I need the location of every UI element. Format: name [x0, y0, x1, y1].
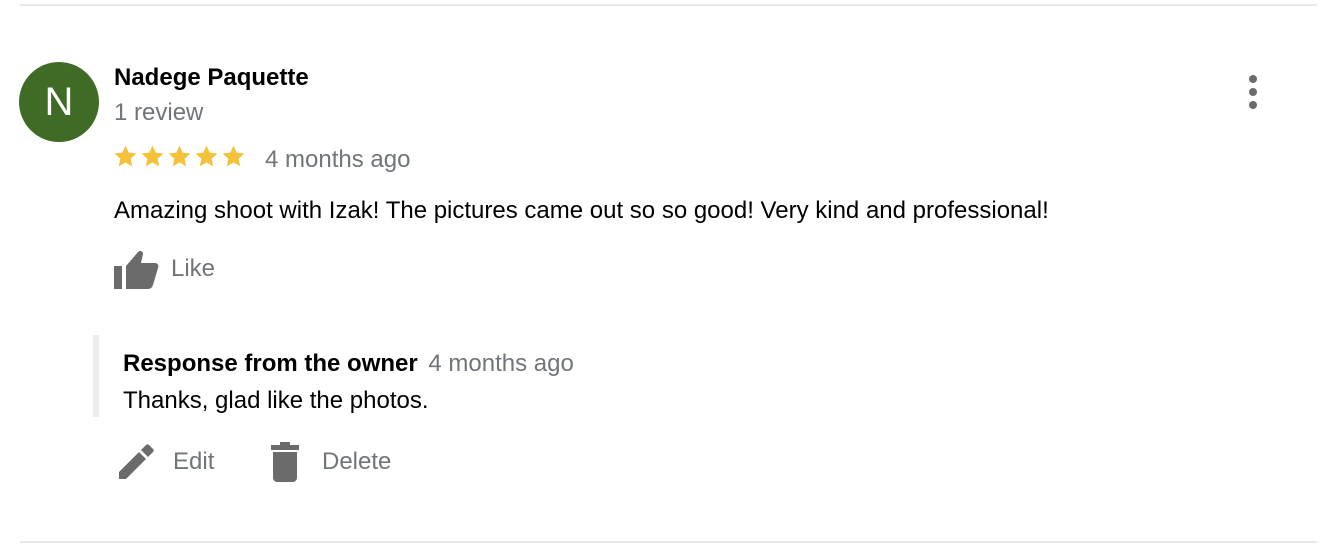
star-icon	[222, 145, 245, 167]
review-text: Amazing shoot with Izak! The pictures ca…	[114, 197, 1049, 224]
edit-label: Edit	[173, 448, 215, 475]
star-icon	[141, 145, 164, 167]
star-icon	[168, 145, 191, 167]
star-icon	[195, 145, 218, 167]
response-text: Thanks, glad like the photos.	[123, 387, 429, 414]
avatar[interactable]: N	[19, 62, 99, 142]
like-label: Like	[171, 255, 216, 282]
pencil-icon	[119, 444, 154, 479]
edit-button[interactable]: Edit	[117, 440, 214, 484]
thumb-up-icon	[114, 250, 159, 289]
review-date: 4 months ago	[265, 146, 411, 173]
delete-button[interactable]: Delete	[270, 440, 391, 484]
more-vert-icon-dot	[1249, 88, 1257, 96]
more-vert-icon-dot	[1249, 101, 1257, 109]
more-vert-icon	[1249, 75, 1257, 83]
bottom-divider	[20, 541, 1317, 543]
response-date: 4 months ago	[428, 350, 574, 377]
top-divider	[20, 4, 1317, 6]
trash-icon	[271, 442, 299, 482]
star-icon	[114, 145, 137, 167]
response-heading: Response from the owner 4 months ago	[123, 350, 574, 378]
reviewer-name[interactable]: Nadege Paquette	[114, 64, 309, 92]
star-rating	[113, 144, 246, 169]
review-count[interactable]: 1 review	[114, 99, 203, 127]
owner-response: Response from the owner 4 months ago Tha…	[93, 335, 893, 417]
more-options-button[interactable]	[1238, 72, 1268, 112]
response-author: Response from the owner	[123, 350, 418, 377]
delete-label: Delete	[322, 448, 392, 475]
like-button[interactable]: Like	[113, 248, 215, 290]
